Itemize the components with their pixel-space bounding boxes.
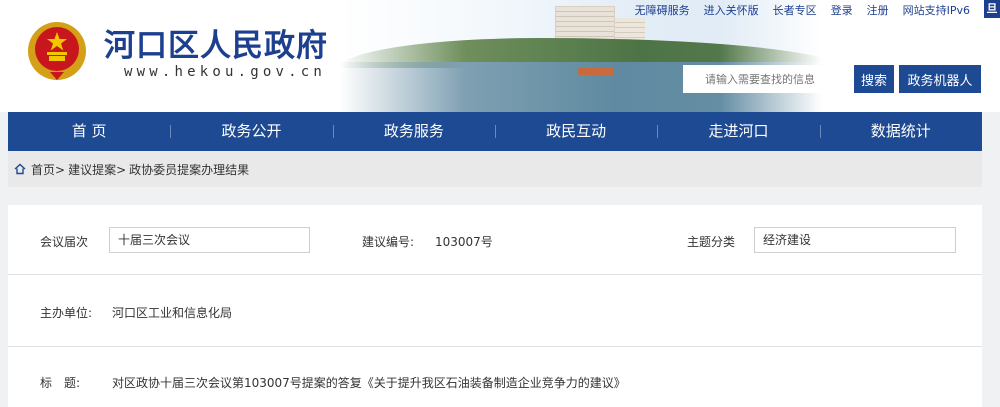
home-icon (14, 163, 26, 175)
session-value: 十届三次会议 (109, 227, 310, 253)
topic-value: 经济建设 (754, 227, 956, 253)
proposal-detail-panel: 会议届次 十届三次会议 建议编号: 103007号 主题分类 经济建设 主办单位… (8, 205, 982, 407)
breadcrumb-current: 政协委员提案办理结果 (129, 162, 250, 177)
main-nav: 首 页 政务公开 政务服务 政民互动 走进河口 数据统计 (8, 112, 982, 151)
site-header: 河口区人民政府 www.hekou.gov.cn 无障碍服务 进入关怀版 长者专… (0, 0, 1000, 112)
host-label: 主办单位: (40, 306, 93, 320)
top-links: 无障碍服务 进入关怀版 长者专区 登录 注册 网站支持IPv6 (635, 2, 970, 18)
title-value: 对区政协十届三次会议第103007号提案的答复《关于提升我区石油装备制造企业竞争… (112, 376, 626, 390)
ipv6-support-link[interactable]: 网站支持IPv6 (903, 2, 970, 18)
nav-item-about-hekou[interactable]: 走进河口 (657, 112, 819, 151)
register-link[interactable]: 注册 (867, 2, 889, 18)
title-label: 标 题: (40, 376, 81, 390)
nav-item-statistics[interactable]: 数据统计 (819, 112, 982, 151)
site-url: www.hekou.gov.cn (124, 64, 327, 80)
session-label: 会议届次 (40, 235, 89, 249)
nav-item-home[interactable]: 首 页 (8, 112, 170, 151)
care-mode-link[interactable]: 进入关怀版 (704, 2, 759, 18)
topic-label: 主题分类 (687, 235, 736, 249)
nav-item-gov-services[interactable]: 政务服务 (332, 112, 495, 151)
search-input[interactable] (683, 65, 851, 93)
accessibility-link[interactable]: 无障碍服务 (635, 2, 690, 18)
search-button[interactable]: 搜索 (854, 65, 894, 93)
number-label: 建议编号: (362, 235, 415, 249)
host-value: 河口区工业和信息化局 (112, 306, 233, 320)
site-title: 河口区人民政府 (104, 28, 328, 64)
elderly-zone-link[interactable]: 长者专区 (773, 2, 817, 18)
detail-row-host: 主办单位: 河口区工业和信息化局 (8, 275, 982, 347)
corner-badge[interactable]: 旦 (984, 0, 1000, 18)
detail-row-meta: 会议届次 十届三次会议 建议编号: 103007号 主题分类 经济建设 (8, 205, 982, 275)
login-link[interactable]: 登录 (831, 2, 853, 18)
number-value: 103007号 (435, 235, 493, 249)
nav-item-interaction[interactable]: 政民互动 (494, 112, 657, 151)
detail-row-title: 标 题: 对区政协十届三次会议第103007号提案的答复《关于提升我区石油装备制… (8, 347, 982, 407)
nav-item-gov-affairs[interactable]: 政务公开 (170, 112, 332, 151)
breadcrumb-home[interactable]: 首页> (31, 161, 65, 178)
gov-robot-button[interactable]: 政务机器人 (899, 65, 981, 93)
breadcrumb: 首页> 建议提案> 政协委员提案办理结果 (8, 151, 982, 187)
breadcrumb-suggestions[interactable]: 建议提案> (68, 161, 126, 178)
national-emblem-icon (28, 22, 86, 80)
